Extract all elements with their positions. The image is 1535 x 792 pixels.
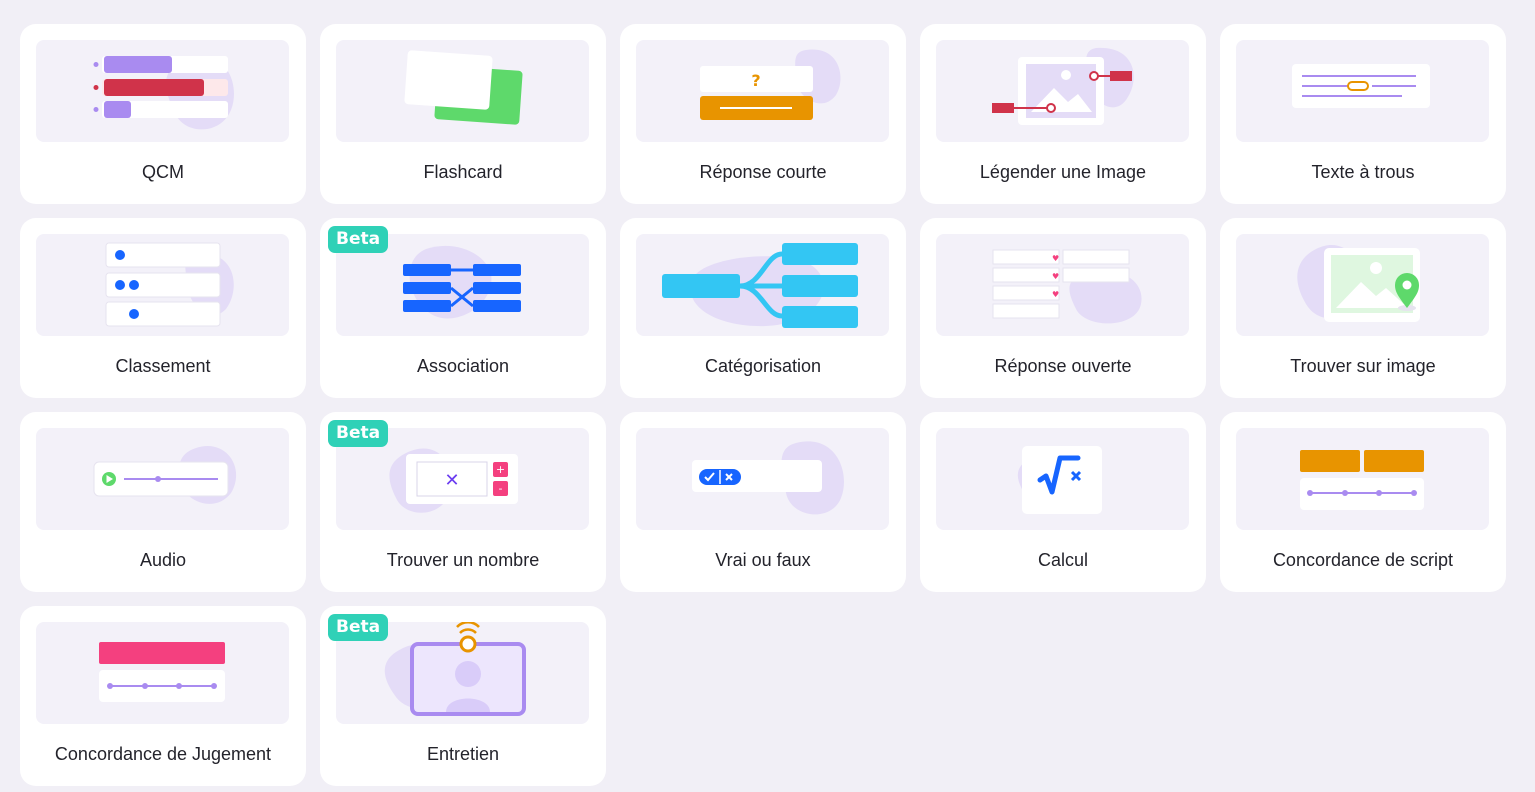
short-answer-icon: ? [636, 40, 889, 142]
multiple-choice-icon [36, 40, 289, 142]
card-label: Vrai ou faux [715, 550, 811, 570]
card-label: Catégorisation [704, 356, 822, 376]
card-fill-blanks[interactable]: Texte à trous [1220, 24, 1506, 204]
card-true-false[interactable]: Vrai ou faux [620, 412, 906, 592]
svg-text:?: ? [751, 71, 760, 90]
card-label: Concordance de Jugement [54, 744, 272, 764]
card-calculation[interactable]: Calcul [920, 412, 1206, 592]
card-label: Classement [115, 356, 211, 376]
beta-badge: Beta [328, 226, 389, 253]
open-answer-icon: ♥ ♥ ♥ [936, 234, 1189, 336]
categorization-icon [636, 234, 889, 336]
card-flashcard[interactable]: Flashcard [320, 24, 606, 204]
card-label: Texte à trous [1311, 162, 1415, 182]
card-matching[interactable]: Beta Association [320, 218, 606, 398]
card-judgement-concordance[interactable]: Concordance de Jugement [20, 606, 306, 786]
flashcard-icon [336, 40, 589, 142]
card-short-answer[interactable]: ? Réponse courte [620, 24, 906, 204]
card-label: Entretien [426, 744, 500, 764]
svg-text:+: + [496, 463, 505, 476]
beta-badge: Beta [328, 420, 389, 447]
card-label: Réponse ouverte [994, 356, 1132, 376]
beta-badge: Beta [328, 614, 389, 641]
card-label: Audio [139, 550, 187, 570]
card-categorization[interactable]: Catégorisation [620, 218, 906, 398]
svg-text:♥: ♥ [1052, 254, 1059, 263]
card-label: Trouver sur image [1290, 356, 1436, 376]
svg-text:♥: ♥ [1052, 272, 1059, 281]
true-false-icon [636, 428, 889, 530]
card-audio[interactable]: Audio [20, 412, 306, 592]
card-script-concordance[interactable]: Concordance de script [1220, 412, 1506, 592]
card-qcm[interactable]: QCM [20, 24, 306, 204]
svg-text:-: - [499, 482, 503, 495]
image-hotspot-icon [1236, 234, 1489, 336]
card-label: Légender une Image [979, 162, 1147, 182]
card-image-hotspot[interactable]: Trouver sur image [1220, 218, 1506, 398]
judgement-concordance-icon [36, 622, 289, 724]
fill-blanks-icon [1236, 40, 1489, 142]
card-interview[interactable]: Beta Entretien [320, 606, 606, 786]
card-label: QCM [142, 162, 184, 182]
card-label: Concordance de script [1272, 550, 1454, 570]
card-label: Association [416, 356, 510, 376]
audio-icon [36, 428, 289, 530]
card-label: Calcul [1037, 550, 1089, 570]
card-image-caption[interactable]: Légender une Image [920, 24, 1206, 204]
image-caption-icon [936, 40, 1189, 142]
square-root-icon [936, 428, 1189, 530]
svg-text:♥: ♥ [1052, 290, 1059, 299]
ranking-icon [36, 234, 289, 336]
card-label: Flashcard [423, 162, 503, 182]
card-label: Réponse courte [699, 162, 827, 182]
card-find-number[interactable]: ✕ + - Beta Trouver un nombre [320, 412, 606, 592]
card-label: Trouver un nombre [386, 550, 540, 570]
card-open-answer[interactable]: ♥ ♥ ♥ Réponse ouverte [920, 218, 1206, 398]
svg-text:✕: ✕ [444, 470, 459, 491]
question-type-grid: QCM Flashcard ? Réponse courte Légender … [20, 24, 1506, 786]
card-ranking[interactable]: Classement [20, 218, 306, 398]
script-concordance-icon [1236, 428, 1489, 530]
